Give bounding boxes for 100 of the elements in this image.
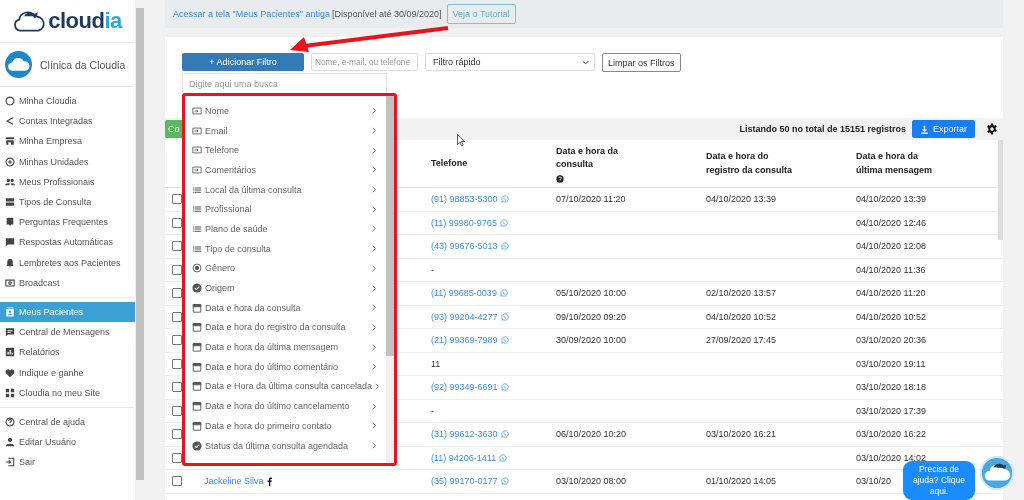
calendar-icon	[192, 381, 202, 392]
phone-number[interactable]: (91) 98853-5300	[431, 194, 498, 205]
table-cell: 04/10/2020 10:52	[856, 311, 927, 322]
phone-number[interactable]: (21) 99369-7989	[431, 335, 498, 346]
add-filter-button[interactable]: + Adicionar Filtro	[182, 53, 304, 71]
row-checkbox[interactable]	[172, 288, 182, 299]
row-checkbox[interactable]	[172, 194, 182, 205]
phone-number[interactable]: (11) 99980-9765	[431, 217, 497, 228]
table-cell: 03/10/2020 18:18	[856, 382, 927, 393]
chevron-icon	[372, 107, 376, 115]
filter-option[interactable]: Nome	[185, 101, 386, 121]
filter-search-field[interactable]: Digite aqui uma busca	[182, 73, 387, 93]
input-icon	[192, 145, 202, 156]
row-checkbox[interactable]	[172, 405, 182, 416]
chevron-icon	[372, 402, 376, 410]
chevron-icon	[372, 146, 376, 154]
bars-icon	[5, 197, 15, 208]
phone-number[interactable]: (93) 99204-4277	[431, 311, 498, 322]
row-checkbox[interactable]	[172, 429, 182, 440]
filter-option[interactable]: Telefone	[185, 140, 386, 161]
chevron-icon	[372, 422, 376, 430]
filter-option[interactable]: Tipo de consulta	[185, 238, 386, 259]
filter-option[interactable]: Data e hora do último cancelamento	[185, 396, 386, 416]
filter-option[interactable]: Comentários	[185, 160, 386, 180]
filter-option[interactable]: Data e hora do último comentário	[185, 356, 386, 377]
filter-option[interactable]: Data e hora do registro da consulta	[185, 317, 386, 338]
row-checkbox[interactable]	[172, 241, 182, 252]
patient-name[interactable]: Jackeline Silva	[204, 476, 264, 487]
table-cell: 05/10/2020 10:00	[556, 288, 627, 299]
sidebar-item[interactable]: Broadcast	[0, 272, 135, 293]
phone-number[interactable]: (43) 99676-5013	[431, 241, 498, 252]
list-icon	[192, 204, 202, 215]
filter-option[interactable]: Origem	[185, 278, 386, 298]
filter-option[interactable]: Plano de saúde	[185, 219, 386, 239]
chevron-icon	[375, 382, 380, 390]
filter-option[interactable]: Status da última consulta agendada	[185, 435, 386, 456]
table-cell: 03/10/2020 14:02	[856, 452, 927, 463]
filter-option[interactable]: Email	[185, 120, 386, 141]
phone-number[interactable]: (35) 99170-0177	[431, 476, 498, 487]
sidebar-item[interactable]: Indique e ganhe	[0, 362, 135, 383]
sidebar-item[interactable]: Respostas Automáticas	[0, 232, 135, 253]
chat-icon	[5, 237, 15, 248]
help-chat-bubble[interactable]: Precisa de ajuda? Clique aqui.	[903, 461, 975, 500]
settings-icon[interactable]	[986, 123, 998, 135]
sidebar-item[interactable]: Minha Cloudia	[0, 91, 135, 112]
sidebar-item[interactable]: Relatórios	[0, 342, 135, 363]
scrollbar[interactable]	[386, 96, 394, 463]
quick-filter-dropdown[interactable]: Filtro rápido	[425, 53, 595, 71]
column-header: Data e hora da consulta	[556, 144, 620, 171]
chevron-icon	[372, 264, 376, 272]
row-checkbox[interactable]	[172, 476, 182, 487]
download-icon	[920, 124, 929, 134]
filter-option[interactable]: Profissional	[185, 199, 386, 220]
clinic-name: Clínica da Cloudia	[40, 58, 126, 71]
row-checkbox[interactable]	[172, 452, 182, 463]
chevron-icon	[372, 127, 376, 135]
sidebar-item[interactable]: Tipos de Consulta	[0, 191, 135, 213]
sidebar-item[interactable]: Contas Integradas	[0, 111, 135, 132]
row-checkbox[interactable]	[172, 217, 182, 228]
chevron-icon	[372, 205, 376, 213]
filter-option[interactable]: Data e hora da consulta	[185, 297, 386, 318]
filter-option[interactable]: Local da última consulta	[185, 179, 386, 200]
help-icon	[5, 416, 15, 427]
export-button[interactable]: Exportar	[912, 120, 975, 138]
phone-number[interactable]: (11) 99685-0039	[431, 288, 497, 299]
sidebar-item[interactable]: Cloudia no meu Site	[0, 382, 135, 403]
scrollbar[interactable]	[998, 140, 1003, 240]
row-checkbox[interactable]	[172, 335, 182, 346]
grid-icon	[5, 387, 15, 398]
radio-icon	[192, 263, 202, 274]
phone-number[interactable]: (31) 99612-3630	[431, 429, 498, 440]
filter-option[interactable]: Data e hora do primeiro contato	[185, 416, 386, 436]
chevron-icon	[372, 343, 376, 351]
broadcast-icon	[5, 277, 15, 288]
row-checkbox[interactable]	[172, 311, 182, 322]
clear-filters-button[interactable]: Limpar os Filtros	[602, 53, 681, 72]
sidebar-item[interactable]: Central de ajuda	[0, 411, 135, 432]
phone-number[interactable]: (11) 94206-1411	[431, 452, 497, 463]
filter-option[interactable]: Data e Hora da última consulta cancelada	[185, 376, 386, 397]
filter-option[interactable]: Gênero	[185, 258, 386, 279]
phone-number[interactable]: (92) 99349-6691	[431, 382, 498, 393]
sidebar-item[interactable]: Lembretes aos Pacientes	[0, 252, 135, 273]
sidebar-item[interactable]: Minhas Unidades	[0, 151, 135, 172]
row-checkbox[interactable]	[172, 382, 182, 393]
row-checkbox[interactable]	[172, 264, 182, 275]
sidebar-item[interactable]: Minha Empresa	[0, 131, 135, 152]
chat-avatar[interactable]	[980, 456, 1014, 490]
calendar-icon	[192, 401, 202, 412]
row-checkbox[interactable]	[172, 358, 182, 369]
sidebar-item[interactable]: Meus Profissionais	[0, 171, 135, 192]
caret-icon	[582, 59, 589, 65]
bell-icon	[5, 257, 15, 268]
table-cell: 03/10/20	[856, 476, 892, 487]
filter-option[interactable]: Data e hora da última mensagem	[185, 337, 386, 357]
sidebar-item[interactable]: Sair	[0, 452, 135, 473]
table-cell: 03/10/2020 08:00	[556, 476, 627, 487]
search-field[interactable]: Nome, e-mail, ou telefone	[311, 53, 418, 71]
sidebar-item[interactable]: Editar Usuário	[0, 432, 135, 453]
sidebar-item[interactable]: Central de Mensagens	[0, 322, 135, 343]
sidebar-item[interactable]: Perguntas Frequentes	[0, 212, 135, 233]
